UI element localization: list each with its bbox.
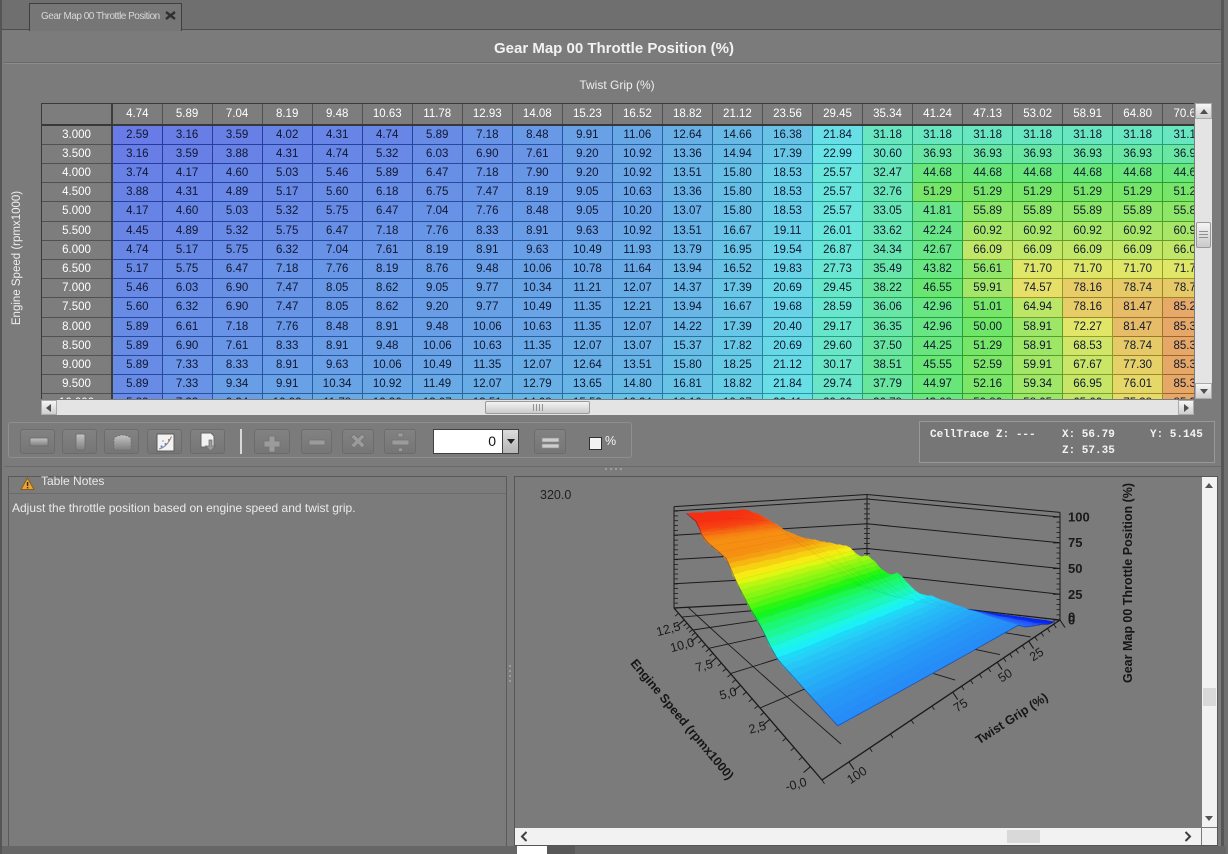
svg-text:Gear Map 00 Throttle Position: Gear Map 00 Throttle Position (%): [1121, 483, 1135, 683]
svg-text:0: 0: [1068, 610, 1075, 625]
svg-text:7,5: 7,5: [694, 657, 714, 675]
svg-text:5,0: 5,0: [718, 685, 738, 703]
svg-text:75: 75: [951, 696, 970, 715]
svg-text:25: 25: [1068, 587, 1082, 602]
svg-text:Engine Speed (rpmx1000): Engine Speed (rpmx1000): [628, 656, 737, 782]
svg-text:75: 75: [1068, 535, 1082, 550]
svg-text:-0,0: -0,0: [784, 775, 808, 794]
svg-text:12,5: 12,5: [655, 619, 682, 639]
svg-text:10,0: 10,0: [669, 635, 696, 655]
svg-text:100: 100: [844, 764, 869, 787]
svg-text:2,5: 2,5: [747, 719, 767, 737]
svg-text:50: 50: [996, 666, 1015, 685]
svg-text:320.0: 320.0: [540, 488, 571, 502]
svg-text:25: 25: [1027, 645, 1046, 664]
svg-text:100: 100: [1068, 510, 1090, 525]
svg-text:Twist Grip (%): Twist Grip (%): [973, 690, 1050, 747]
svg-text:50: 50: [1068, 561, 1082, 576]
